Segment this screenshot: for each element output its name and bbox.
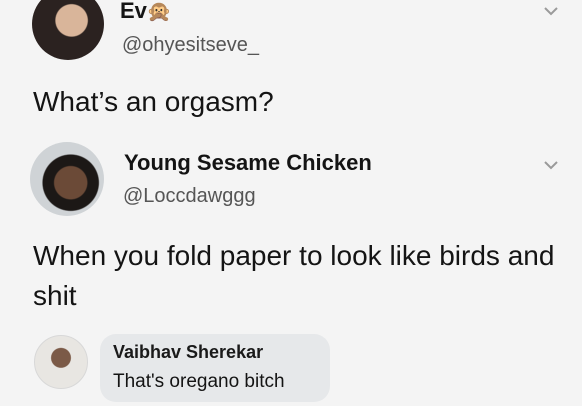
reply-menu-chevron-down-icon[interactable] (542, 156, 560, 174)
post-author-name[interactable]: Ev🙊 (120, 0, 172, 24)
post-text: What’s an orgasm? (33, 86, 274, 117)
comment-author-name[interactable]: Vaibhav Sherekar (113, 342, 263, 363)
post-author-avatar[interactable] (32, 0, 104, 60)
monkey-emoji-icon: 🙊 (146, 1, 172, 23)
post-menu-chevron-down-icon[interactable] (542, 2, 560, 20)
comment-text: That's oregano bitch (113, 371, 285, 392)
reply-text: When you fold paper to look like birds a… (33, 240, 555, 311)
comment-bubble[interactable]: Vaibhav Sherekar That's oregano bitch (100, 334, 330, 402)
reply-author-avatar[interactable] (30, 142, 104, 216)
comment-author-avatar[interactable] (34, 335, 88, 389)
reply-author-name[interactable]: Young Sesame Chicken (124, 150, 372, 176)
reply-author-handle[interactable]: @Loccdawggg (123, 185, 256, 208)
post-author-handle[interactable]: @ohyesitseve_ (122, 34, 259, 57)
post-author-name-text: Ev (120, 0, 147, 23)
